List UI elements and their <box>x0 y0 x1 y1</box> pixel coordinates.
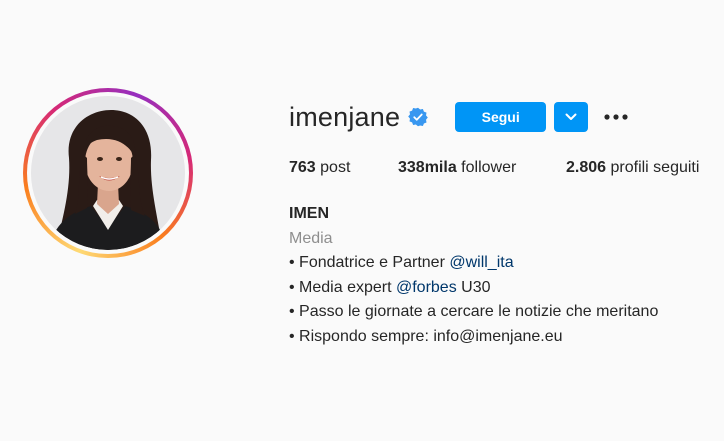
bio-line-1-text: • Fondatrice e Partner <box>289 254 450 271</box>
bio-line-1: • Fondatrice e Partner @will_ita <box>289 251 658 276</box>
bio-mention-will-ita[interactable]: @will_ita <box>449 254 513 271</box>
bio-category: Media <box>289 229 333 247</box>
posts-count-value: 763 <box>289 159 316 176</box>
bio-line-2-text: • Media expert <box>289 278 396 296</box>
followers-count-label: follower <box>461 159 517 176</box>
followers-count-value: 338mila <box>398 159 457 176</box>
follow-button[interactable]: Segui <box>455 102 547 132</box>
following-count-label: profili seguiti <box>610 159 700 176</box>
following-count-value: 2.806 <box>566 159 607 176</box>
profile-stats: 763 post 338mila follower 2.806 profili … <box>289 159 699 177</box>
profile-bio: IMEN Media • Fondatrice e Partner @will_… <box>289 202 658 349</box>
followers-count[interactable]: 338mila follower <box>398 159 566 177</box>
verified-badge-icon <box>408 107 428 127</box>
bio-line-4: • Rispondo sempre: info@imenjane.eu <box>289 327 563 345</box>
more-options-button[interactable] <box>603 102 629 132</box>
following-count[interactable]: 2.806 profili seguiti <box>566 159 699 177</box>
chevron-down-icon <box>565 113 577 120</box>
profile-header: imenjane Segui <box>289 100 629 134</box>
posts-count-label: post <box>320 159 351 176</box>
username: imenjane <box>289 101 401 132</box>
avatar-gap <box>27 92 189 254</box>
profile-avatar-ring[interactable] <box>23 88 193 258</box>
bio-line-2: • Media expert @forbes U30 <box>289 276 658 301</box>
suggestions-dropdown-button[interactable] <box>554 102 589 132</box>
more-options-icon <box>604 114 628 120</box>
bio-line-3: • Passo le giornate a cercare le notizie… <box>289 303 659 320</box>
posts-count: 763 post <box>289 159 398 177</box>
bio-line-2-suffix: U30 <box>456 278 491 296</box>
bio-full-name: IMEN <box>289 205 329 222</box>
profile-avatar[interactable] <box>31 96 185 250</box>
bio-mention-forbes[interactable]: @forbes <box>396 279 457 296</box>
